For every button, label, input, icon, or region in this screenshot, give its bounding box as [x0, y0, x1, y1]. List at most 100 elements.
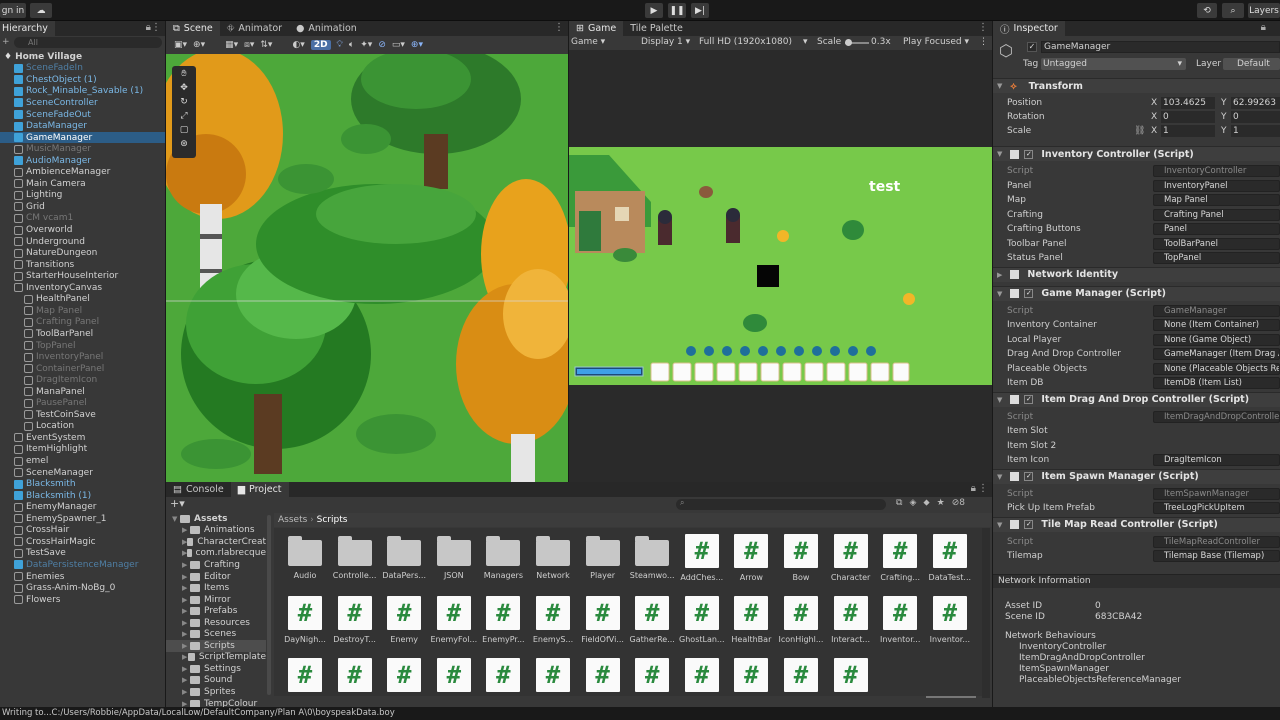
component-header[interactable]: ▼ ✓ Game Manager (Script): [993, 285, 1280, 301]
property-value-field[interactable]: Panel: [1153, 223, 1280, 235]
hand-tool-icon[interactable]: ✋︎: [181, 69, 186, 79]
project-folder-item[interactable]: ▶ Scripts: [166, 640, 266, 652]
component-header[interactable]: ▼ ✓ Tile Map Read Controller (Script): [993, 516, 1280, 532]
property-value-field[interactable]: TopPanel: [1153, 252, 1280, 264]
component-header[interactable]: ▼ ✓ Item Drag And Drop Controller (Script): [993, 391, 1280, 407]
project-folder-item[interactable]: ▶ Crafting: [166, 559, 266, 571]
tab-console[interactable]: ▤ Console: [166, 482, 231, 497]
property-value-field[interactable]: None (Item Container): [1153, 319, 1280, 331]
asset-script[interactable]: #: [826, 658, 876, 707]
asset-script[interactable]: # EnemyS...: [528, 596, 578, 654]
chevron-down-icon[interactable]: ▾: [803, 37, 808, 47]
tab-game[interactable]: ⊞ Game: [569, 21, 624, 36]
hierarchy-item[interactable]: Location: [0, 421, 165, 433]
asset-folder[interactable]: DataPers...: [379, 534, 429, 592]
game-view-select[interactable]: Game ▾: [571, 37, 605, 47]
hierarchy-item[interactable]: DataManager: [0, 120, 165, 132]
position-y-field[interactable]: 62.99263: [1231, 97, 1280, 109]
object-name-field[interactable]: GameManager: [1041, 41, 1280, 53]
scale-tool-icon[interactable]: ⤢: [180, 111, 187, 121]
asset-script[interactable]: #: [726, 658, 776, 707]
project-folder-item[interactable]: ▶ Scenes: [166, 629, 266, 641]
hierarchy-item[interactable]: SceneFadeOut: [0, 109, 165, 121]
property-value-field[interactable]: Map Panel: [1153, 194, 1280, 206]
asset-script[interactable]: #: [280, 658, 330, 707]
hierarchy-item[interactable]: HealthPanel: [0, 294, 165, 306]
gizmo-toggle-icon[interactable]: ▣▾: [174, 40, 187, 50]
hierarchy-search-input[interactable]: All: [14, 37, 162, 48]
hierarchy-item[interactable]: Grass-Anim-NoBg_0: [0, 582, 165, 594]
asset-script[interactable]: # Inventor...: [875, 596, 925, 654]
history-icon[interactable]: ⟲: [1197, 3, 1217, 18]
asset-script[interactable]: # Bow: [776, 534, 826, 592]
hierarchy-item[interactable]: InventoryCanvas: [0, 282, 165, 294]
asset-script[interactable]: #: [528, 658, 578, 707]
hierarchy-item[interactable]: CrossHair: [0, 525, 165, 537]
property-value-field[interactable]: InventoryController: [1153, 165, 1280, 177]
2d-toggle-button[interactable]: 2D: [310, 40, 331, 50]
asset-folder[interactable]: Player: [578, 534, 628, 592]
enabled-checkbox[interactable]: ✓: [1024, 472, 1034, 481]
project-folder-item[interactable]: ▶ Items: [166, 582, 266, 594]
effects-toggle-icon[interactable]: ✦▾: [360, 40, 372, 50]
menu-kebab-icon[interactable]: ⋮: [151, 22, 161, 33]
hierarchy-item[interactable]: MusicManager: [0, 143, 165, 155]
hierarchy-item[interactable]: AmbienceManager: [0, 167, 165, 179]
property-value-field[interactable]: TreeLogPickUpItem: [1153, 502, 1280, 514]
enabled-checkbox[interactable]: ✓: [1024, 289, 1034, 298]
hierarchy-item[interactable]: Lighting: [0, 190, 165, 202]
asset-script[interactable]: # EnemyPr...: [478, 596, 528, 654]
hierarchy-item[interactable]: GameManager: [0, 131, 165, 144]
hierarchy-item[interactable]: ContainerPanel: [0, 363, 165, 375]
hierarchy-item[interactable]: DragItemIcon: [0, 374, 165, 386]
project-folder-item[interactable]: ▶ Resources: [166, 617, 266, 629]
hierarchy-item[interactable]: SceneController: [0, 97, 165, 109]
hierarchy-item[interactable]: SceneFadeIn: [0, 63, 165, 75]
property-value-field[interactable]: DragItemIcon: [1153, 454, 1280, 466]
hierarchy-item[interactable]: EnemyManager: [0, 501, 165, 513]
property-value-field[interactable]: Crafting Panel: [1153, 208, 1280, 221]
pause-button[interactable]: ❚❚: [668, 3, 686, 18]
component-header[interactable]: ▼ ✓ Inventory Controller (Script): [993, 146, 1280, 161]
property-value-field[interactable]: ItemSpawnManager: [1153, 487, 1280, 500]
property-value-field[interactable]: ItemDB (Item List): [1153, 377, 1280, 389]
asset-script[interactable]: #: [776, 658, 826, 707]
search-by-type-icon[interactable]: ⧉: [896, 498, 902, 508]
step-button[interactable]: ▶|: [691, 3, 709, 18]
visibility-toggle-icon[interactable]: ⊘: [378, 40, 386, 50]
project-folder-item[interactable]: ▶ TempColour: [166, 698, 266, 707]
hierarchy-item[interactable]: Main Camera: [0, 178, 165, 190]
breadcrumb-scripts[interactable]: Scripts: [317, 515, 348, 525]
tab-hierarchy[interactable]: Hierarchy: [0, 21, 55, 36]
tab-scene[interactable]: ⧉ Scene: [166, 21, 220, 36]
transform-header[interactable]: ▼ ⟡ Transform: [993, 78, 1280, 93]
breadcrumb-assets[interactable]: Assets: [278, 515, 307, 525]
lighting-toggle-icon[interactable]: 💡︎: [337, 40, 343, 50]
game-viewport[interactable]: test: [569, 147, 992, 385]
asset-script[interactable]: # GhostLan...: [677, 596, 727, 654]
search-by-label-icon[interactable]: ◈: [909, 498, 916, 508]
hierarchy-item[interactable]: Blacksmith: [0, 478, 165, 490]
scene-menu-kebab-icon[interactable]: ⋮: [554, 22, 564, 33]
scale-x-field[interactable]: 1: [1161, 125, 1215, 137]
property-value-field[interactable]: GameManager: [1153, 304, 1280, 317]
game-menu-kebab-icon[interactable]: ⋮: [978, 22, 988, 33]
asset-folder[interactable]: Network: [528, 534, 578, 592]
cloud-icon[interactable]: ☁: [30, 3, 52, 18]
hierarchy-item[interactable]: EnemySpawner_1: [0, 513, 165, 525]
asset-script[interactable]: #: [578, 658, 628, 707]
global-toggle-icon[interactable]: ⊕▾: [193, 40, 205, 50]
hierarchy-item[interactable]: PausePanel: [0, 398, 165, 410]
project-search-input[interactable]: ⌕: [676, 498, 886, 510]
hierarchy-item[interactable]: Grid: [0, 201, 165, 213]
sign-in-button[interactable]: gn in: [0, 3, 26, 18]
game-options-kebab-icon[interactable]: ⋮: [979, 37, 988, 47]
project-folder-item[interactable]: ▶ CharacterCreat: [166, 536, 266, 548]
asset-script[interactable]: # DayNigh...: [280, 596, 330, 654]
hierarchy-item[interactable]: ManaPanel: [0, 386, 165, 398]
asset-folder[interactable]: Audio: [280, 534, 330, 592]
hierarchy-item[interactable]: SceneManager: [0, 467, 165, 479]
display-select[interactable]: Display 1 ▾: [641, 37, 690, 47]
hierarchy-item[interactable]: Underground: [0, 236, 165, 248]
grid-snap-icon[interactable]: ▦▾: [225, 40, 238, 50]
